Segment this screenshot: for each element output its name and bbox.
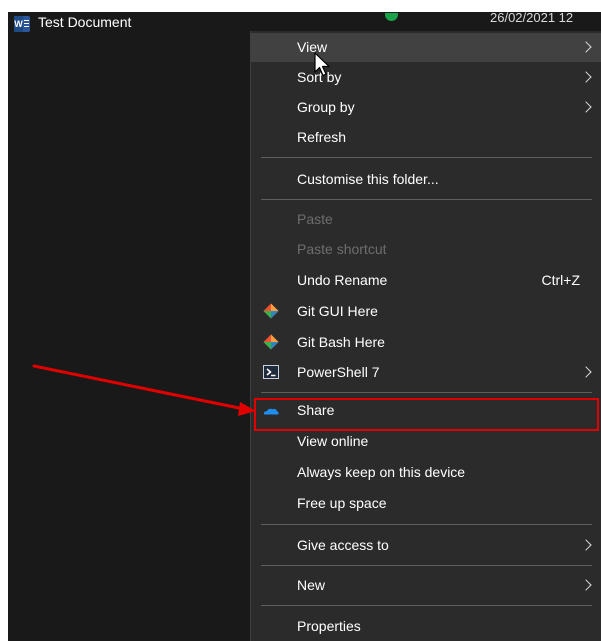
menu-item-label: View online (297, 433, 369, 449)
menu-item-sort-by[interactable]: Sort by (251, 63, 601, 92)
chevron-right-icon (580, 41, 592, 53)
menu-item-git-bash-here[interactable]: Git Bash Here (251, 328, 601, 357)
word-document-icon: W (14, 16, 30, 32)
menu-item-refresh[interactable]: Refresh (251, 123, 601, 152)
git-icon (263, 334, 279, 350)
chevron-right-icon (580, 101, 592, 113)
menu-item-label: Give access to (297, 537, 389, 553)
chevron-right-icon (580, 71, 592, 83)
menu-item-view[interactable]: View (251, 33, 601, 62)
menu-item-customise-folder[interactable]: Customise this folder... (251, 165, 601, 194)
menu-item-label: Refresh (297, 129, 347, 145)
powershell-icon (263, 365, 279, 379)
menu-item-undo-rename[interactable]: Undo Rename Ctrl+Z (251, 266, 601, 295)
menu-item-paste: Paste (251, 205, 601, 234)
file-name: Test Document (38, 14, 132, 30)
menu-separator (261, 605, 592, 606)
menu-item-label: Properties (297, 618, 361, 634)
menu-separator (261, 565, 592, 566)
menu-item-powershell-7[interactable]: PowerShell 7 (251, 358, 601, 387)
menu-item-label: Customise this folder... (297, 171, 439, 187)
menu-item-give-access-to[interactable]: Give access to (251, 531, 601, 560)
chevron-right-icon (580, 579, 592, 591)
menu-item-paste-shortcut: Paste shortcut (251, 235, 601, 264)
menu-item-label: Git GUI Here (297, 303, 378, 319)
menu-item-properties[interactable]: Properties (251, 612, 601, 641)
chevron-right-icon (580, 539, 592, 551)
shortcut-label: Ctrl+Z (541, 272, 581, 288)
menu-item-view-online[interactable]: View online (251, 427, 601, 456)
menu-item-label: Always keep on this device (297, 464, 466, 480)
menu-separator (261, 392, 592, 393)
menu-item-label: Paste (297, 211, 333, 227)
explorer-file-list: W Test Document 26/02/2021 12 View Sort … (8, 12, 601, 641)
mouse-cursor-icon (314, 52, 330, 77)
sync-status-icon (385, 13, 398, 21)
menu-item-group-by[interactable]: Group by (251, 93, 601, 122)
menu-item-label: PowerShell 7 (297, 364, 380, 380)
menu-item-label: New (297, 577, 326, 593)
git-icon (263, 303, 279, 319)
file-date-modified: 26/02/2021 12 (490, 12, 574, 25)
menu-item-label: Git Bash Here (297, 334, 385, 350)
menu-item-label: Group by (297, 99, 355, 115)
menu-item-label: Undo Rename (297, 272, 388, 288)
menu-item-free-up-space[interactable]: Free up space (251, 489, 601, 518)
share-highlight-box (254, 398, 599, 431)
menu-separator (261, 157, 592, 158)
menu-item-always-keep-on-device[interactable]: Always keep on this device (251, 458, 601, 487)
menu-item-label: Free up space (297, 495, 387, 511)
menu-separator (261, 524, 592, 525)
menu-item-new[interactable]: New (251, 571, 601, 600)
menu-separator (261, 199, 592, 200)
menu-item-git-gui-here[interactable]: Git GUI Here (251, 297, 601, 326)
chevron-right-icon (580, 366, 592, 378)
menu-item-label: Paste shortcut (297, 241, 387, 257)
context-menu: View Sort by Group by Refresh Customise … (250, 31, 601, 641)
